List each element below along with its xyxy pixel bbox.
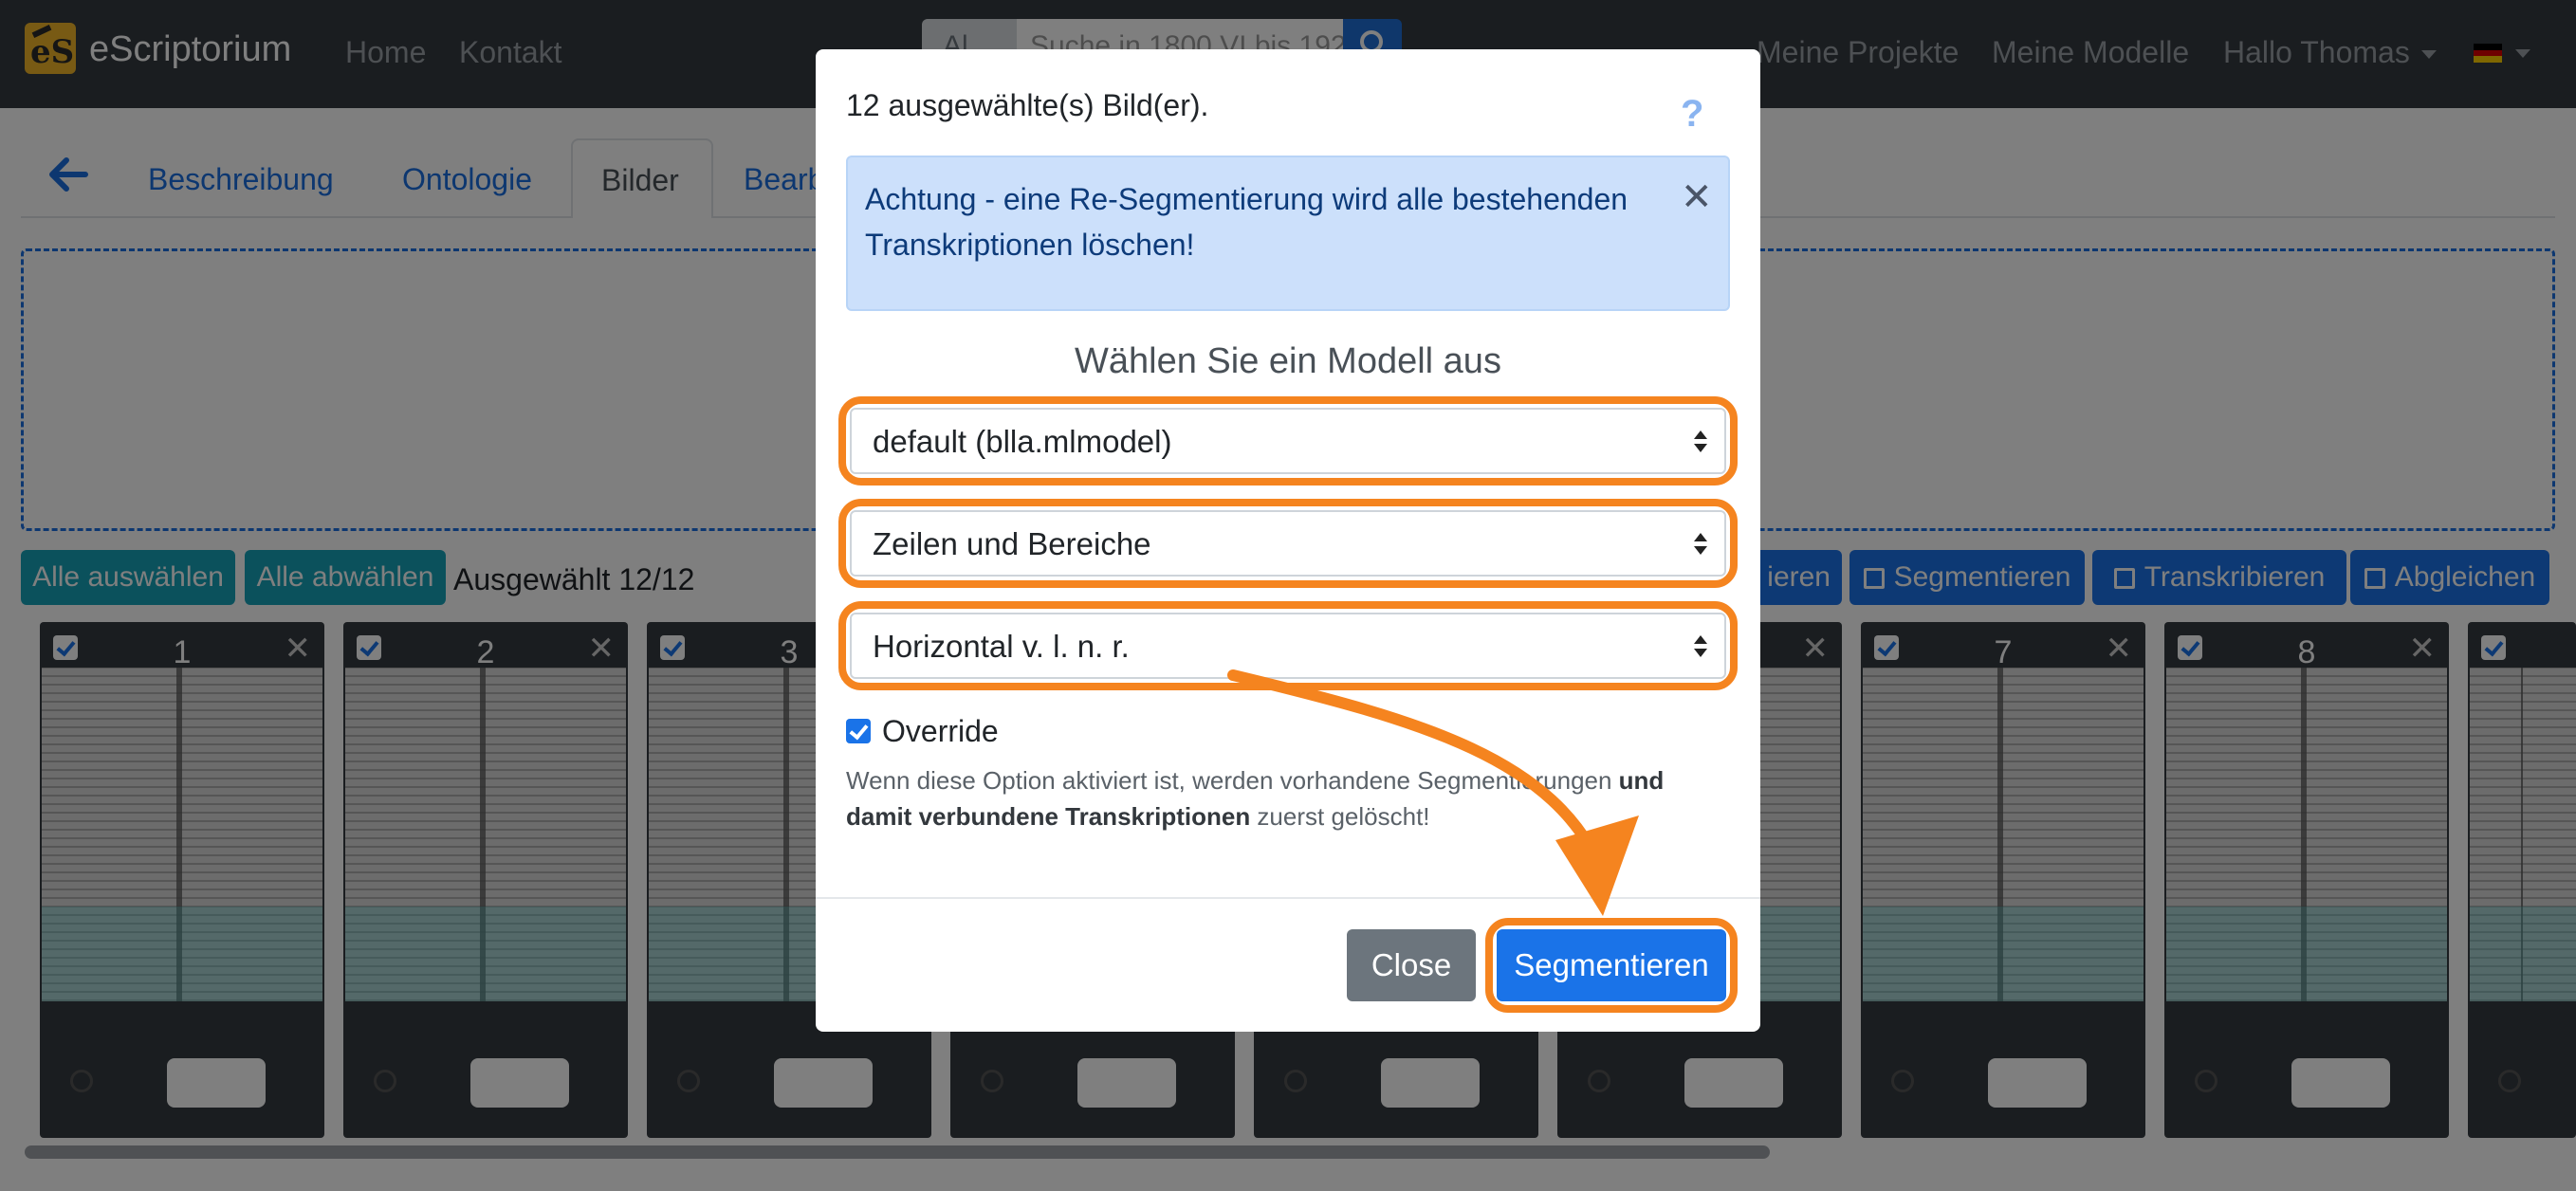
direction-select-value: Horizontal v. l. n. r.: [873, 629, 1130, 664]
close-icon[interactable]: ✕: [1681, 176, 1713, 218]
steps-select[interactable]: Zeilen und Bereiche: [850, 510, 1726, 577]
select-arrows-icon: [1694, 635, 1707, 658]
segment-modal: 12 ausgewählte(s) Bild(er). ? Achtung - …: [816, 49, 1760, 1032]
warning-alert: Achtung - eine Re-Segmentierung wird all…: [846, 156, 1730, 311]
model-select[interactable]: default (blla.mlmodel): [850, 408, 1726, 474]
help-text-end: zuerst gelöscht!: [1250, 802, 1430, 831]
modal-title: 12 ausgewählte(s) Bild(er).: [846, 88, 1209, 122]
override-checkbox[interactable]: [846, 719, 871, 743]
alert-text: Achtung - eine Re-Segmentierung wird all…: [865, 182, 1628, 262]
select-arrows-icon: [1694, 431, 1707, 453]
close-button[interactable]: Close: [1347, 929, 1476, 1001]
help-icon[interactable]: ?: [1681, 91, 1703, 137]
text-direction-select[interactable]: Horizontal v. l. n. r.: [850, 613, 1726, 679]
override-help-text: Wenn diese Option aktiviert ist, werden …: [846, 762, 1728, 834]
help-text-start: Wenn diese Option aktiviert ist, werden …: [846, 766, 1619, 795]
steps-select-value: Zeilen und Bereiche: [873, 526, 1151, 561]
override-label[interactable]: Override: [882, 713, 999, 749]
select-arrows-icon: [1694, 533, 1707, 556]
segment-submit-button[interactable]: Segmentieren: [1497, 929, 1726, 1001]
modal-footer-divider: [816, 897, 1760, 899]
model-heading: Wählen Sie ein Modell aus: [1075, 341, 1501, 381]
model-select-value: default (blla.mlmodel): [873, 424, 1172, 459]
